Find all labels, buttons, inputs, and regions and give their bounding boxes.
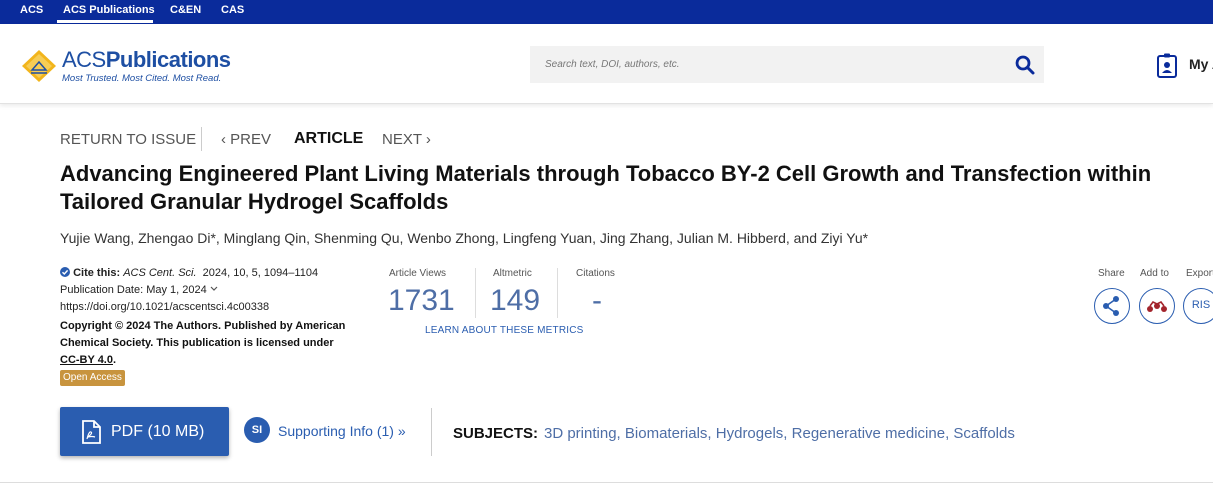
check-circle-icon: [60, 267, 70, 277]
topnav-acs[interactable]: ACS: [20, 4, 43, 16]
author-list[interactable]: Yujie Wang, Zhengao Di*, Minglang Qin, S…: [60, 230, 868, 246]
subjects-divider: [431, 408, 432, 456]
my-account-link[interactable]: My A: [1189, 56, 1213, 72]
subjects-list: 3D printing, Biomaterials, Hydrogels, Re…: [544, 425, 1015, 442]
search-icon[interactable]: [1014, 54, 1036, 76]
user-badge-icon[interactable]: [1156, 53, 1178, 79]
brand-tagline: Most Trusted. Most Cited. Most Read.: [62, 73, 222, 84]
mendeley-icon: [1146, 300, 1167, 312]
return-to-issue-link[interactable]: RETURN TO ISSUE: [60, 131, 196, 148]
add-to-button[interactable]: [1139, 288, 1175, 324]
share-label: Share: [1098, 268, 1125, 279]
topnav-cas[interactable]: CAS: [221, 4, 244, 16]
subject-link[interactable]: Scaffolds: [953, 425, 1014, 442]
subject-link[interactable]: 3D printing: [544, 425, 617, 442]
acs-diamond-logo-icon: [22, 50, 56, 82]
share-button[interactable]: [1094, 288, 1130, 324]
topnav-cen[interactable]: C&EN: [170, 4, 201, 16]
citations-value: -: [592, 284, 602, 317]
metrics-divider: [475, 268, 476, 318]
site-header: ACSPublications Most Trusted. Most Cited…: [0, 24, 1213, 104]
next-article-link[interactable]: NEXT ›: [382, 131, 431, 148]
subject-link[interactable]: Hydrogels: [716, 425, 784, 442]
altmetric-value[interactable]: 149: [490, 284, 540, 318]
artnav-divider: [201, 127, 202, 151]
supporting-info-link[interactable]: Supporting Info (1) »: [278, 423, 406, 439]
acs-publications-logo[interactable]: ACSPublications Most Trusted. Most Cited…: [20, 47, 231, 87]
article-title: Advancing Engineered Plant Living Materi…: [60, 161, 1152, 214]
article-views-label: Article Views: [389, 268, 447, 279]
citations-label: Citations: [576, 268, 615, 279]
learn-about-metrics-link[interactable]: LEARN ABOUT THESE METRICS: [425, 325, 584, 336]
copyright-notice: Copyright © 2024 The Authors. Published …: [60, 320, 346, 366]
altmetric-label: Altmetric: [493, 268, 532, 279]
subject-link[interactable]: Biomaterials: [625, 425, 708, 442]
cite-this[interactable]: Cite this: ACS Cent. Sci. 2024, 10, 5, 1…: [60, 267, 318, 279]
ris-export-button[interactable]: RIS: [1183, 288, 1213, 324]
search-input[interactable]: [530, 46, 990, 83]
add-to-label: Add to: [1140, 268, 1169, 279]
export-label: Export: [1186, 268, 1213, 279]
chevron-down-icon: [210, 286, 218, 291]
subject-link[interactable]: Regenerative medicine: [792, 425, 945, 442]
metrics-divider: [557, 268, 558, 318]
pdf-button-label: PDF (10 MB): [111, 423, 205, 440]
topnav-active-indicator: [57, 20, 153, 23]
section-divider: [0, 482, 1213, 483]
subjects-label: SUBJECTS:: [453, 425, 539, 442]
prev-article-link[interactable]: ‹ PREV: [221, 131, 271, 148]
brand-name: ACSPublications: [62, 47, 231, 72]
search-bar: [530, 46, 1044, 83]
article-views-value: 1731: [388, 284, 455, 317]
pdf-file-icon: [82, 420, 101, 444]
top-nav-bar: ACS ACS Publications C&EN CAS: [0, 0, 1213, 24]
topnav-acs-publications[interactable]: ACS Publications: [63, 4, 155, 16]
current-article-label: ARTICLE: [294, 130, 364, 147]
open-access-badge: Open Access: [60, 370, 125, 386]
supporting-info-badge[interactable]: SI: [244, 417, 270, 443]
doi-link[interactable]: https://doi.org/10.1021/acscentsci.4c003…: [60, 301, 269, 313]
share-icon: [1102, 295, 1119, 316]
license-link[interactable]: CC-BY 4.0: [60, 354, 113, 366]
pdf-download-button[interactable]: PDF (10 MB): [60, 407, 229, 456]
publication-date[interactable]: Publication Date: May 1, 2024: [60, 284, 218, 296]
